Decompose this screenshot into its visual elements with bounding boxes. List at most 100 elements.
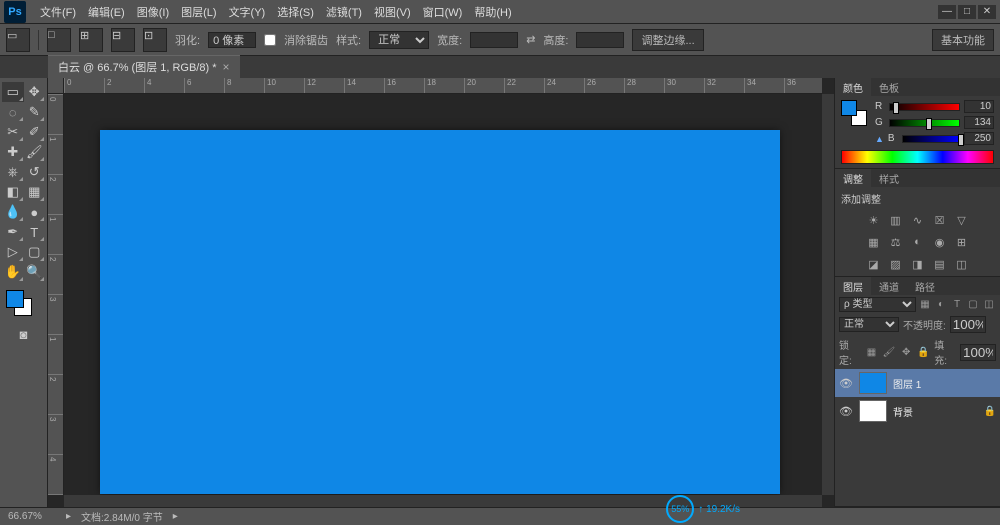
r-slider[interactable] <box>889 103 960 111</box>
refine-edge-button[interactable]: 调整边缘... <box>632 29 703 51</box>
zoom-display[interactable]: 66.67% <box>8 511 56 522</box>
close-button[interactable]: ✕ <box>978 5 996 19</box>
b-input[interactable] <box>964 132 994 145</box>
hand-tool[interactable]: ✋ <box>2 262 24 282</box>
color-swatches[interactable] <box>2 288 45 320</box>
history-brush-tool[interactable]: ↺ <box>24 162 46 182</box>
r-input[interactable] <box>964 100 994 113</box>
selection-add-icon[interactable]: ⊞ <box>79 28 103 52</box>
tab-channels[interactable]: 通道 <box>871 277 907 295</box>
bw-icon[interactable]: ◐ <box>909 234 927 250</box>
opacity-input[interactable] <box>950 316 986 333</box>
blur-tool[interactable]: 💧 <box>2 202 24 222</box>
menu-layer[interactable]: 图层(L) <box>175 4 222 20</box>
maximize-button[interactable]: □ <box>958 5 976 19</box>
threshold-icon[interactable]: ◨ <box>909 256 927 272</box>
zoom-tool[interactable]: 🔍 <box>24 262 46 282</box>
lock-transparent-icon[interactable]: ▦ <box>865 345 878 359</box>
invert-icon[interactable]: ◪ <box>865 256 883 272</box>
dodge-tool[interactable]: ● <box>24 202 46 222</box>
shape-tool[interactable]: ▢ <box>24 242 46 262</box>
swap-icon[interactable]: ⇄ <box>526 33 535 46</box>
menu-filter[interactable]: 滤镜(T) <box>320 4 368 20</box>
document-tab-close[interactable]: × <box>223 60 230 74</box>
tab-paths[interactable]: 路径 <box>907 277 943 295</box>
menu-window[interactable]: 窗口(W) <box>417 4 469 20</box>
menu-edit[interactable]: 编辑(E) <box>82 4 131 20</box>
blend-mode-select[interactable]: 正常 <box>839 317 899 332</box>
gradient-tool[interactable]: ▦ <box>24 182 46 202</box>
curves-icon[interactable]: ∿ <box>909 212 927 228</box>
tab-adjustments[interactable]: 调整 <box>835 169 871 187</box>
filter-adjust-icon[interactable]: ◐ <box>934 298 948 312</box>
layer-item[interactable]: 👁 图层 1 <box>835 369 1000 397</box>
photo-filter-icon[interactable]: ◉ <box>931 234 949 250</box>
lock-pixels-icon[interactable]: 🖌 <box>882 345 895 359</box>
layer-thumbnail[interactable] <box>859 400 887 422</box>
canvas[interactable] <box>100 130 780 494</box>
layer-item[interactable]: 👁 背景 🔒 <box>835 397 1000 425</box>
move-tool[interactable]: ✥ <box>24 82 46 102</box>
fg-color-icon[interactable] <box>841 100 857 116</box>
tab-swatches[interactable]: 色板 <box>871 78 907 96</box>
style-select[interactable]: 正常 <box>369 31 429 49</box>
menu-view[interactable]: 视图(V) <box>368 4 417 20</box>
g-input[interactable] <box>964 116 994 129</box>
minimize-button[interactable]: — <box>938 5 956 19</box>
visibility-icon[interactable]: 👁 <box>839 405 853 418</box>
ruler-origin[interactable] <box>48 78 64 94</box>
selection-subtract-icon[interactable]: ⊟ <box>111 28 135 52</box>
scrollbar-vertical[interactable] <box>822 94 834 495</box>
document-tab[interactable]: 白云 @ 66.7% (图层 1, RGB/8) * × <box>48 55 240 78</box>
lasso-tool[interactable]: ◌ <box>2 102 24 122</box>
marquee-tool[interactable]: ▭ <box>2 82 24 102</box>
selection-new-icon[interactable]: □ <box>47 28 71 52</box>
foreground-swatch[interactable] <box>6 290 24 308</box>
height-input[interactable] <box>576 32 624 48</box>
hue-icon[interactable]: ▦ <box>865 234 883 250</box>
menu-image[interactable]: 图像(I) <box>131 4 175 20</box>
color-swatch-pair[interactable] <box>841 100 867 126</box>
vibrance-icon[interactable]: ▽ <box>953 212 971 228</box>
filter-pixel-icon[interactable]: ▦ <box>918 298 932 312</box>
eyedropper-tool[interactable]: ✐ <box>24 122 46 142</box>
doc-info-arrow-icon[interactable]: ▸ <box>173 511 178 522</box>
eraser-tool[interactable]: ◧ <box>2 182 24 202</box>
brush-tool[interactable]: 🖌 <box>24 142 46 162</box>
selective-color-icon[interactable]: ◫ <box>953 256 971 272</box>
zoom-arrow-icon[interactable]: ▸ <box>66 511 71 522</box>
channel-mixer-icon[interactable]: ⊞ <box>953 234 971 250</box>
doc-info[interactable]: 文档:2.84M/0 字节 <box>81 509 163 524</box>
type-tool[interactable]: T <box>24 222 46 242</box>
balance-icon[interactable]: ⚖ <box>887 234 905 250</box>
filter-shape-icon[interactable]: ▢ <box>966 298 980 312</box>
fill-input[interactable] <box>960 344 996 361</box>
levels-icon[interactable]: ▥ <box>887 212 905 228</box>
antialias-checkbox[interactable] <box>264 34 276 46</box>
healing-tool[interactable]: ✚ <box>2 142 24 162</box>
exposure-icon[interactable]: ☒ <box>931 212 949 228</box>
quick-select-tool[interactable]: ✎ <box>24 102 46 122</box>
layer-name[interactable]: 图层 1 <box>893 376 921 391</box>
filter-type-icon[interactable]: T <box>950 298 964 312</box>
stamp-tool[interactable]: ⎈ <box>2 162 24 182</box>
gradient-map-icon[interactable]: ▤ <box>931 256 949 272</box>
canvas-viewport[interactable] <box>64 94 822 495</box>
layer-name[interactable]: 背景 <box>893 404 913 419</box>
tab-layers[interactable]: 图层 <box>835 277 871 295</box>
lock-all-icon[interactable]: 🔒 <box>917 345 930 359</box>
lock-position-icon[interactable]: ✥ <box>900 345 913 359</box>
visibility-icon[interactable]: 👁 <box>839 377 853 390</box>
menu-file[interactable]: 文件(F) <box>34 4 82 20</box>
g-slider[interactable] <box>889 119 960 127</box>
menu-type[interactable]: 文字(Y) <box>223 4 272 20</box>
filter-smart-icon[interactable]: ◫ <box>982 298 996 312</box>
crop-tool[interactable]: ✂ <box>2 122 24 142</box>
tab-styles[interactable]: 样式 <box>871 169 907 187</box>
quickmask-toggle[interactable]: ◙ <box>13 324 35 344</box>
pen-tool[interactable]: ✒ <box>2 222 24 242</box>
tab-color[interactable]: 颜色 <box>835 78 871 96</box>
workspace-button[interactable]: 基本功能 <box>932 29 994 51</box>
selection-intersect-icon[interactable]: ⊡ <box>143 28 167 52</box>
b-slider[interactable] <box>902 135 960 143</box>
